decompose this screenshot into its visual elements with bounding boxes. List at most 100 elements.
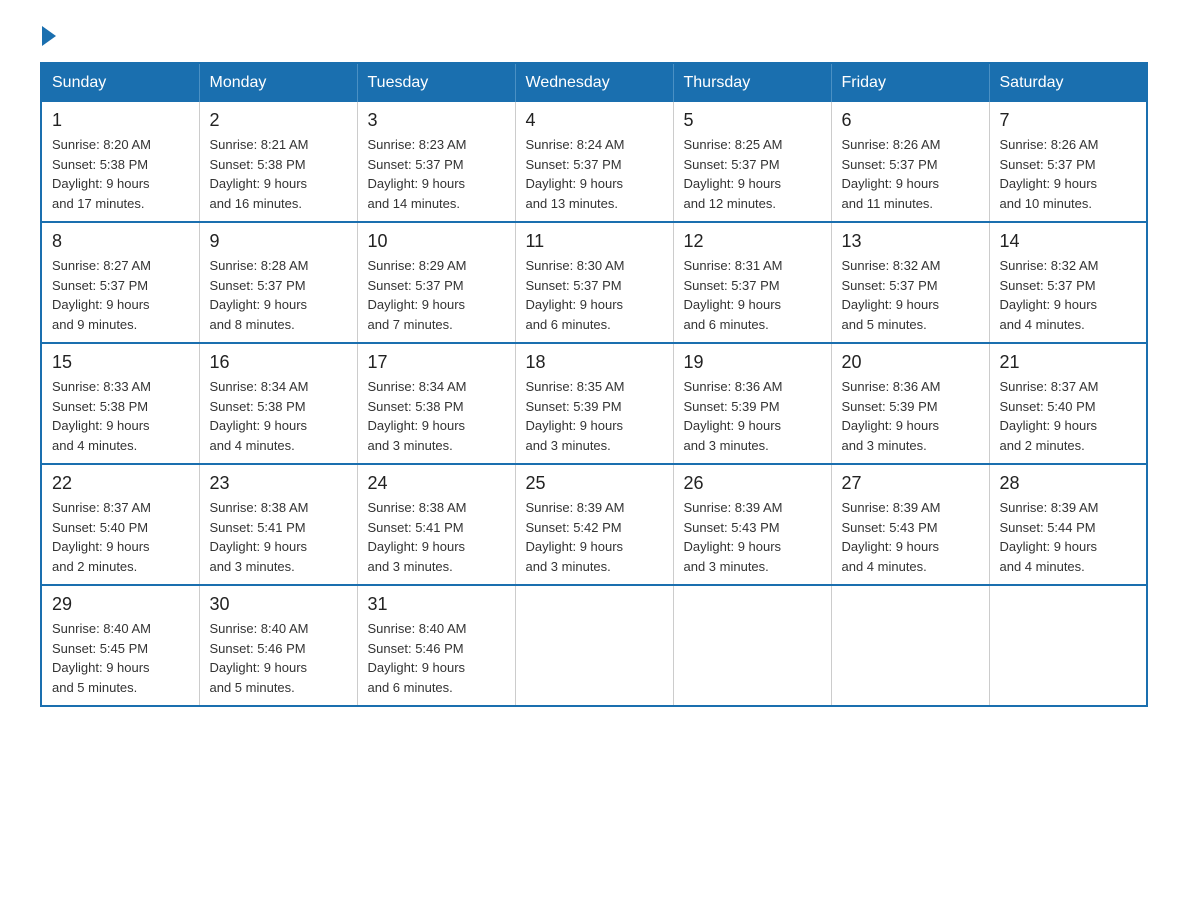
day-number: 11 bbox=[526, 231, 663, 252]
day-number: 14 bbox=[1000, 231, 1137, 252]
calendar-day-header: Sunday bbox=[41, 63, 199, 102]
calendar-day-header: Monday bbox=[199, 63, 357, 102]
calendar-day-cell: 11 Sunrise: 8:30 AMSunset: 5:37 PMDaylig… bbox=[515, 222, 673, 343]
day-number: 17 bbox=[368, 352, 505, 373]
day-number: 6 bbox=[842, 110, 979, 131]
calendar-day-cell: 17 Sunrise: 8:34 AMSunset: 5:38 PMDaylig… bbox=[357, 343, 515, 464]
calendar-week-row: 29 Sunrise: 8:40 AMSunset: 5:45 PMDaylig… bbox=[41, 585, 1147, 706]
calendar-day-cell: 10 Sunrise: 8:29 AMSunset: 5:37 PMDaylig… bbox=[357, 222, 515, 343]
calendar-day-header: Thursday bbox=[673, 63, 831, 102]
day-number: 20 bbox=[842, 352, 979, 373]
calendar-day-cell: 24 Sunrise: 8:38 AMSunset: 5:41 PMDaylig… bbox=[357, 464, 515, 585]
calendar-day-header: Tuesday bbox=[357, 63, 515, 102]
calendar-day-cell: 2 Sunrise: 8:21 AMSunset: 5:38 PMDayligh… bbox=[199, 102, 357, 222]
day-info: Sunrise: 8:32 AMSunset: 5:37 PMDaylight:… bbox=[1000, 256, 1137, 334]
day-info: Sunrise: 8:40 AMSunset: 5:46 PMDaylight:… bbox=[210, 619, 347, 697]
day-number: 30 bbox=[210, 594, 347, 615]
calendar-day-cell bbox=[515, 585, 673, 706]
day-number: 8 bbox=[52, 231, 189, 252]
day-number: 1 bbox=[52, 110, 189, 131]
day-info: Sunrise: 8:25 AMSunset: 5:37 PMDaylight:… bbox=[684, 135, 821, 213]
calendar-week-row: 1 Sunrise: 8:20 AMSunset: 5:38 PMDayligh… bbox=[41, 102, 1147, 222]
calendar-table: SundayMondayTuesdayWednesdayThursdayFrid… bbox=[40, 62, 1148, 707]
day-number: 31 bbox=[368, 594, 505, 615]
day-info: Sunrise: 8:36 AMSunset: 5:39 PMDaylight:… bbox=[684, 377, 821, 455]
calendar-day-cell: 6 Sunrise: 8:26 AMSunset: 5:37 PMDayligh… bbox=[831, 102, 989, 222]
day-info: Sunrise: 8:36 AMSunset: 5:39 PMDaylight:… bbox=[842, 377, 979, 455]
calendar-day-cell: 20 Sunrise: 8:36 AMSunset: 5:39 PMDaylig… bbox=[831, 343, 989, 464]
calendar-day-cell bbox=[831, 585, 989, 706]
calendar-day-cell: 14 Sunrise: 8:32 AMSunset: 5:37 PMDaylig… bbox=[989, 222, 1147, 343]
logo bbox=[40, 30, 56, 42]
day-number: 12 bbox=[684, 231, 821, 252]
day-info: Sunrise: 8:39 AMSunset: 5:42 PMDaylight:… bbox=[526, 498, 663, 576]
calendar-day-cell: 25 Sunrise: 8:39 AMSunset: 5:42 PMDaylig… bbox=[515, 464, 673, 585]
calendar-day-cell: 16 Sunrise: 8:34 AMSunset: 5:38 PMDaylig… bbox=[199, 343, 357, 464]
calendar-day-cell: 13 Sunrise: 8:32 AMSunset: 5:37 PMDaylig… bbox=[831, 222, 989, 343]
day-info: Sunrise: 8:34 AMSunset: 5:38 PMDaylight:… bbox=[368, 377, 505, 455]
calendar-day-cell bbox=[673, 585, 831, 706]
calendar-day-cell: 7 Sunrise: 8:26 AMSunset: 5:37 PMDayligh… bbox=[989, 102, 1147, 222]
calendar-day-cell: 15 Sunrise: 8:33 AMSunset: 5:38 PMDaylig… bbox=[41, 343, 199, 464]
day-number: 16 bbox=[210, 352, 347, 373]
day-number: 22 bbox=[52, 473, 189, 494]
day-info: Sunrise: 8:21 AMSunset: 5:38 PMDaylight:… bbox=[210, 135, 347, 213]
calendar-week-row: 8 Sunrise: 8:27 AMSunset: 5:37 PMDayligh… bbox=[41, 222, 1147, 343]
day-info: Sunrise: 8:29 AMSunset: 5:37 PMDaylight:… bbox=[368, 256, 505, 334]
day-info: Sunrise: 8:28 AMSunset: 5:37 PMDaylight:… bbox=[210, 256, 347, 334]
calendar-day-cell: 26 Sunrise: 8:39 AMSunset: 5:43 PMDaylig… bbox=[673, 464, 831, 585]
calendar-day-header: Saturday bbox=[989, 63, 1147, 102]
day-number: 13 bbox=[842, 231, 979, 252]
day-info: Sunrise: 8:27 AMSunset: 5:37 PMDaylight:… bbox=[52, 256, 189, 334]
day-number: 18 bbox=[526, 352, 663, 373]
calendar-day-cell bbox=[989, 585, 1147, 706]
day-info: Sunrise: 8:26 AMSunset: 5:37 PMDaylight:… bbox=[842, 135, 979, 213]
day-info: Sunrise: 8:20 AMSunset: 5:38 PMDaylight:… bbox=[52, 135, 189, 213]
day-number: 26 bbox=[684, 473, 821, 494]
calendar-week-row: 15 Sunrise: 8:33 AMSunset: 5:38 PMDaylig… bbox=[41, 343, 1147, 464]
day-number: 9 bbox=[210, 231, 347, 252]
day-info: Sunrise: 8:32 AMSunset: 5:37 PMDaylight:… bbox=[842, 256, 979, 334]
day-info: Sunrise: 8:35 AMSunset: 5:39 PMDaylight:… bbox=[526, 377, 663, 455]
calendar-day-cell: 9 Sunrise: 8:28 AMSunset: 5:37 PMDayligh… bbox=[199, 222, 357, 343]
day-info: Sunrise: 8:37 AMSunset: 5:40 PMDaylight:… bbox=[1000, 377, 1137, 455]
day-number: 29 bbox=[52, 594, 189, 615]
calendar-day-cell: 31 Sunrise: 8:40 AMSunset: 5:46 PMDaylig… bbox=[357, 585, 515, 706]
calendar-day-cell: 30 Sunrise: 8:40 AMSunset: 5:46 PMDaylig… bbox=[199, 585, 357, 706]
calendar-day-header: Wednesday bbox=[515, 63, 673, 102]
day-info: Sunrise: 8:31 AMSunset: 5:37 PMDaylight:… bbox=[684, 256, 821, 334]
calendar-day-cell: 19 Sunrise: 8:36 AMSunset: 5:39 PMDaylig… bbox=[673, 343, 831, 464]
day-info: Sunrise: 8:39 AMSunset: 5:43 PMDaylight:… bbox=[684, 498, 821, 576]
calendar-day-cell: 4 Sunrise: 8:24 AMSunset: 5:37 PMDayligh… bbox=[515, 102, 673, 222]
day-number: 3 bbox=[368, 110, 505, 131]
calendar-day-cell: 21 Sunrise: 8:37 AMSunset: 5:40 PMDaylig… bbox=[989, 343, 1147, 464]
day-number: 25 bbox=[526, 473, 663, 494]
page-header bbox=[40, 30, 1148, 42]
calendar-day-cell: 3 Sunrise: 8:23 AMSunset: 5:37 PMDayligh… bbox=[357, 102, 515, 222]
day-info: Sunrise: 8:39 AMSunset: 5:44 PMDaylight:… bbox=[1000, 498, 1137, 576]
calendar-header-row: SundayMondayTuesdayWednesdayThursdayFrid… bbox=[41, 63, 1147, 102]
calendar-day-cell: 27 Sunrise: 8:39 AMSunset: 5:43 PMDaylig… bbox=[831, 464, 989, 585]
calendar-day-cell: 5 Sunrise: 8:25 AMSunset: 5:37 PMDayligh… bbox=[673, 102, 831, 222]
day-info: Sunrise: 8:37 AMSunset: 5:40 PMDaylight:… bbox=[52, 498, 189, 576]
day-info: Sunrise: 8:26 AMSunset: 5:37 PMDaylight:… bbox=[1000, 135, 1137, 213]
day-number: 15 bbox=[52, 352, 189, 373]
calendar-day-cell: 18 Sunrise: 8:35 AMSunset: 5:39 PMDaylig… bbox=[515, 343, 673, 464]
day-info: Sunrise: 8:33 AMSunset: 5:38 PMDaylight:… bbox=[52, 377, 189, 455]
calendar-day-cell: 1 Sunrise: 8:20 AMSunset: 5:38 PMDayligh… bbox=[41, 102, 199, 222]
day-info: Sunrise: 8:38 AMSunset: 5:41 PMDaylight:… bbox=[368, 498, 505, 576]
calendar-day-cell: 23 Sunrise: 8:38 AMSunset: 5:41 PMDaylig… bbox=[199, 464, 357, 585]
day-info: Sunrise: 8:40 AMSunset: 5:46 PMDaylight:… bbox=[368, 619, 505, 697]
day-number: 27 bbox=[842, 473, 979, 494]
calendar-day-cell: 12 Sunrise: 8:31 AMSunset: 5:37 PMDaylig… bbox=[673, 222, 831, 343]
day-number: 10 bbox=[368, 231, 505, 252]
day-number: 24 bbox=[368, 473, 505, 494]
day-number: 2 bbox=[210, 110, 347, 131]
day-info: Sunrise: 8:40 AMSunset: 5:45 PMDaylight:… bbox=[52, 619, 189, 697]
day-number: 19 bbox=[684, 352, 821, 373]
logo-triangle-icon bbox=[42, 26, 56, 46]
day-info: Sunrise: 8:38 AMSunset: 5:41 PMDaylight:… bbox=[210, 498, 347, 576]
calendar-week-row: 22 Sunrise: 8:37 AMSunset: 5:40 PMDaylig… bbox=[41, 464, 1147, 585]
calendar-day-header: Friday bbox=[831, 63, 989, 102]
calendar-day-cell: 22 Sunrise: 8:37 AMSunset: 5:40 PMDaylig… bbox=[41, 464, 199, 585]
